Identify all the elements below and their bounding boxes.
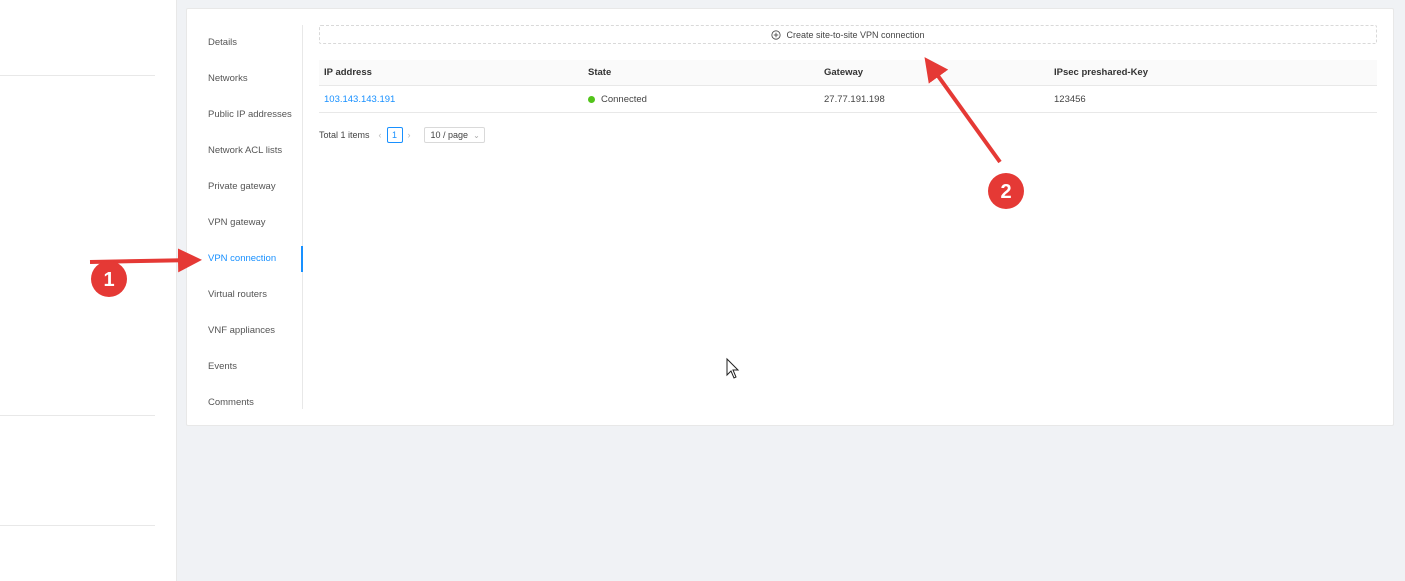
create-button-label: Create site-to-site VPN connection <box>786 29 925 40</box>
column-header-ipsec-key: IPsec preshared-Key <box>1054 67 1148 78</box>
left-panel <box>0 0 177 581</box>
page-size-select[interactable]: 10 / page ⌄ <box>423 127 485 143</box>
tab-vpn-connection[interactable]: VPN connection <box>187 241 302 277</box>
status-dot-icon <box>588 95 595 103</box>
tab-private-gateway[interactable]: Private gateway <box>187 169 302 205</box>
tab-comments[interactable]: Comments <box>187 385 302 421</box>
tab-networks[interactable]: Networks <box>187 61 302 97</box>
page-1-button[interactable]: 1 <box>386 127 403 143</box>
gateway-cell: 27.77.191.198 <box>824 93 885 105</box>
prev-page-icon[interactable]: ‹ <box>379 130 382 140</box>
tab-vnf-appliances[interactable]: VNF appliances <box>187 313 302 349</box>
total-items: Total 1 items <box>319 130 370 140</box>
active-tab-indicator <box>301 246 303 272</box>
divider <box>0 75 155 76</box>
tab-details[interactable]: Details <box>187 25 302 61</box>
next-page-icon[interactable]: › <box>408 130 411 140</box>
ip-address-link[interactable]: 103.143.143.191 <box>324 94 395 105</box>
tab-network-acl-lists[interactable]: Network ACL lists <box>187 133 302 169</box>
tab-public-ip-addresses[interactable]: Public IP addresses <box>187 97 302 133</box>
detail-card: Details Networks Public IP addresses Net… <box>186 8 1394 426</box>
column-header-ip-address: IP address <box>324 67 372 78</box>
psk-cell: 123456 <box>1054 93 1086 105</box>
tab-vpn-gateway[interactable]: VPN gateway <box>187 205 302 241</box>
table-header: IP address State Gateway IPsec preshared… <box>319 60 1377 86</box>
vpn-connection-table: IP address State Gateway IPsec preshared… <box>319 60 1377 113</box>
create-vpn-connection-button[interactable]: Create site-to-site VPN connection <box>319 25 1377 44</box>
chevron-down-icon: ⌄ <box>473 130 480 140</box>
detail-tabs: Details Networks Public IP addresses Net… <box>187 25 303 409</box>
state-text: Connected <box>601 93 647 105</box>
plus-circle-icon <box>771 29 782 40</box>
tab-virtual-routers[interactable]: Virtual routers <box>187 277 302 313</box>
column-header-gateway: Gateway <box>824 67 864 78</box>
divider <box>0 525 155 526</box>
column-header-state: State <box>588 67 612 78</box>
page-size-value: 10 / page <box>430 130 469 140</box>
tab-events[interactable]: Events <box>187 349 302 385</box>
pagination: Total 1 items ‹ 1 › 10 / page ⌄ <box>319 127 485 143</box>
table-row: 103.143.143.191 Connected 27.77.191.198 … <box>319 86 1377 113</box>
state-cell: Connected <box>588 86 647 112</box>
divider <box>0 415 155 416</box>
